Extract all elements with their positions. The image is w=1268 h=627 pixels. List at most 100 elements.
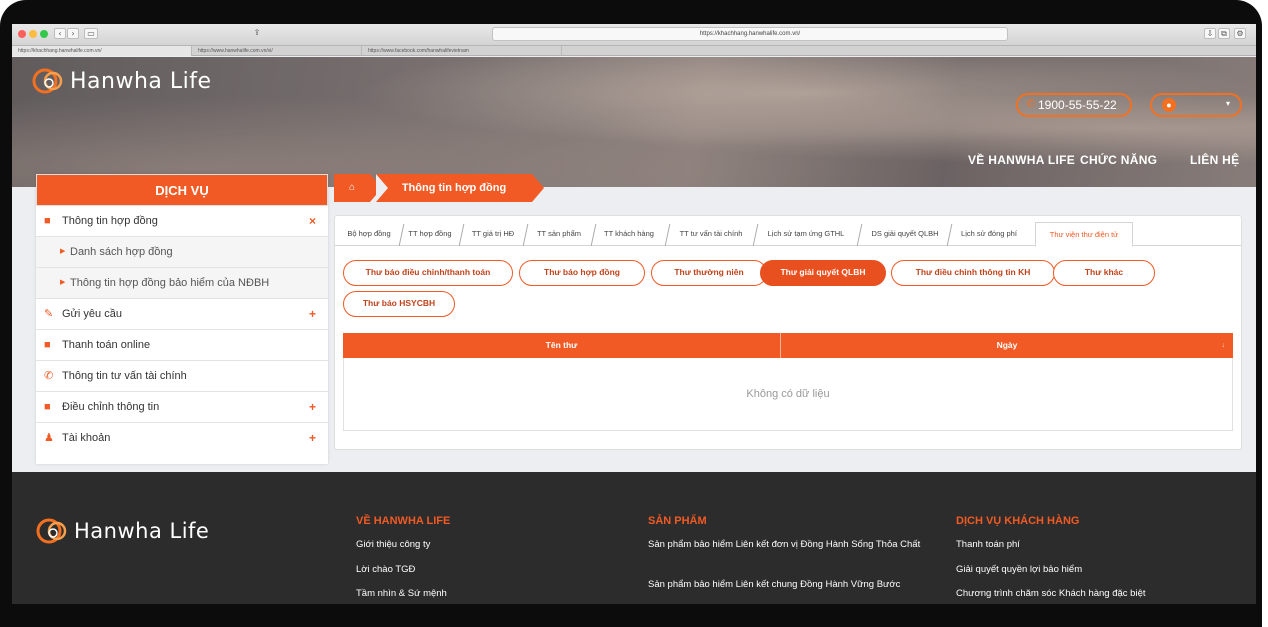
close-window-icon[interactable] xyxy=(18,30,26,38)
caret-right-icon: ▶ xyxy=(60,248,66,255)
hotline-button[interactable]: ✆ 1900-55-55-22 xyxy=(1016,93,1132,117)
tab-email-library[interactable]: Thư viện thư điện tử xyxy=(1035,222,1133,247)
user-icon: ● xyxy=(1162,98,1176,112)
footer-link[interactable]: Tầm nhìn & Sứ mệnh xyxy=(356,586,447,601)
sidebar-item-label: Điều chỉnh thông tin xyxy=(62,401,160,413)
user-menu-button[interactable]: ● ▾ xyxy=(1150,93,1242,117)
browser-toolbar: ‹ › ▭ ⇪ https://khachhang.hanwhalife.com… xyxy=(12,24,1256,46)
sidebar-item-contract-info[interactable]: ■ Thông tin hợp đồng × xyxy=(36,206,328,237)
letter-type-annual[interactable]: Thư thường niên xyxy=(651,260,767,286)
footer-link[interactable]: Giải quyết quyền lợi bảo hiểm xyxy=(956,562,1082,577)
sort-icon[interactable]: ↓ xyxy=(1222,333,1226,358)
breadcrumb-home[interactable]: ⌂ xyxy=(334,174,382,202)
sidebar-toggle-icon[interactable]: ▭ xyxy=(84,28,98,39)
sidebar-item-label: Thông tin tư vấn tài chính xyxy=(62,370,187,382)
header-banner: Hanwha Life ✆ 1900-55-55-22 ● ▾ VỀ HANWH… xyxy=(12,57,1256,187)
sidebar-item-label: Thông tin hợp đồng bảo hiểm của NĐBH xyxy=(70,277,270,289)
letter-type-customer-update[interactable]: Thư điều chỉnh thông tin KH xyxy=(891,260,1055,286)
header-logo[interactable]: Hanwha Life xyxy=(30,66,212,96)
tab-contract-info[interactable]: TT hợp đồng xyxy=(403,222,457,246)
letter-type-application[interactable]: Thư báo HSYCBH xyxy=(343,291,455,317)
phone-icon: ✆ xyxy=(1026,98,1036,110)
sidebar: DỊCH VỤ ■ Thông tin hợp đồng × ▶ Danh sá… xyxy=(36,174,328,464)
table-header: Tên thư Ngày ↓ xyxy=(343,333,1233,358)
screen: ‹ › ▭ ⇪ https://khachhang.hanwhalife.com… xyxy=(12,24,1256,604)
tabs-overview-icon[interactable]: ⧉ xyxy=(1218,28,1230,39)
footer-col-title-about: VỀ HANWHA LIFE xyxy=(356,515,451,527)
sidebar-subitem-insured-contract[interactable]: ▶ Thông tin hợp đồng bảo hiểm của NĐBH xyxy=(36,268,328,299)
collapse-icon[interactable]: × xyxy=(309,206,316,236)
tab-contract-set[interactable]: Bộ hợp đồng xyxy=(339,222,399,246)
device-frame: ‹ › ▭ ⇪ https://khachhang.hanwhalife.com… xyxy=(0,0,1268,627)
sidebar-item-account[interactable]: ♟ Tài khoản + xyxy=(36,423,328,454)
browser-tab-strip: https://khachhang.hanwhalife.com.vn/ htt… xyxy=(12,46,1256,56)
user-icon: ♟ xyxy=(44,432,54,444)
tab-product-info[interactable]: TT sản phẩm xyxy=(529,222,589,246)
footer-logo[interactable]: Hanwha Life xyxy=(34,516,209,546)
expand-icon[interactable]: + xyxy=(309,299,316,329)
home-icon: ⌂ xyxy=(348,182,356,193)
sidebar-title: DỊCH VỤ xyxy=(36,174,328,206)
expand-icon[interactable]: + xyxy=(309,392,316,422)
back-icon[interactable]: ‹ xyxy=(54,28,66,39)
briefcase-icon: ■ xyxy=(44,215,51,227)
browser-tab[interactable]: https://www.facebook.com/hanwhalifevietn… xyxy=(362,46,562,56)
hanwha-logo-icon xyxy=(36,518,67,544)
forward-icon[interactable]: › xyxy=(67,28,79,39)
nav-about[interactable]: VỀ HANWHA LIFE xyxy=(968,153,1075,167)
share-icon[interactable]: ⇪ xyxy=(250,28,264,39)
sidebar-item-financial-advice[interactable]: ✆ Thông tin tư vấn tài chính xyxy=(36,361,328,392)
sidebar-subitem-contract-list[interactable]: ▶ Danh sách hợp đồng xyxy=(36,237,328,268)
sidebar-item-online-payment[interactable]: ■ Thanh toán online xyxy=(36,330,328,361)
footer-link[interactable]: Sản phẩm bảo hiểm Liên kết chung Đồng Hà… xyxy=(648,577,948,592)
tab-financial-advice[interactable]: TT tư vấn tài chính xyxy=(671,222,751,246)
column-letter-name[interactable]: Tên thư xyxy=(343,333,780,358)
tab-customer-info[interactable]: TT khách hàng xyxy=(597,222,661,246)
phone-icon: ✆ xyxy=(44,370,54,382)
settings-icon[interactable]: ⚙ xyxy=(1234,28,1246,39)
sidebar-item-label: Thanh toán online xyxy=(62,339,151,351)
footer-col-title-products: SẢN PHẨM xyxy=(648,515,707,527)
tab-claims-list[interactable]: DS giải quyết QLBH xyxy=(865,222,945,246)
address-bar[interactable]: https://khachhang.hanwhalife.com.vn/ xyxy=(492,27,1008,41)
letter-type-other[interactable]: Thư khác xyxy=(1053,260,1155,286)
briefcase-icon: ■ xyxy=(44,339,51,351)
letter-type-contract[interactable]: Thư báo hợp đồng xyxy=(519,260,645,286)
footer-brand-name: Hanwha Life xyxy=(74,519,210,543)
chevron-down-icon: ▾ xyxy=(1225,99,1230,108)
column-date[interactable]: Ngày xyxy=(781,333,1233,358)
laptop-bezel: ‹ › ▭ ⇪ https://khachhang.hanwhalife.com… xyxy=(0,0,1262,627)
contract-tabs: Bộ hợp đồng TT hợp đồng TT giá trị HĐ TT… xyxy=(335,222,1241,247)
sidebar-item-label: Danh sách hợp đồng xyxy=(70,246,173,258)
tab-payment-history[interactable]: Lịch sử đóng phí xyxy=(953,222,1025,246)
footer: Hanwha Life VỀ HANWHA LIFE Giới thiệu cô… xyxy=(12,472,1256,604)
footer-link[interactable]: Lời chào TGĐ xyxy=(356,562,415,577)
sidebar-item-label: Gửi yêu cầu xyxy=(62,308,122,320)
hotline-number: 1900-55-55-22 xyxy=(1038,98,1117,112)
expand-icon[interactable]: + xyxy=(309,423,316,453)
tab-loan-history[interactable]: Lịch sử tạm ứng GTHL xyxy=(759,222,853,246)
caret-right-icon: ▶ xyxy=(60,279,66,286)
tab-contract-value[interactable]: TT giá trị HĐ xyxy=(465,222,521,246)
footer-link[interactable]: Sản phẩm bảo hiểm Liên kết đơn vị Đồng H… xyxy=(648,537,938,552)
hanwha-logo-icon xyxy=(32,68,63,94)
maximize-window-icon[interactable] xyxy=(40,30,48,38)
breadcrumb-current: Thông tin hợp đồng xyxy=(376,174,544,202)
briefcase-icon: ■ xyxy=(44,401,51,413)
letter-type-adjustment-payment[interactable]: Thư báo điều chỉnh/thanh toán xyxy=(343,260,513,286)
brand-name: Hanwha Life xyxy=(70,68,212,94)
nav-contact[interactable]: LIÊN HỆ xyxy=(1190,153,1239,167)
sidebar-item-update-info[interactable]: ■ Điều chỉnh thông tin + xyxy=(36,392,328,423)
sidebar-item-label: Thông tin hợp đồng xyxy=(62,215,158,227)
sidebar-item-send-request[interactable]: ✎ Gửi yêu cầu + xyxy=(36,299,328,330)
nav-functions[interactable]: CHỨC NĂNG xyxy=(1080,153,1157,167)
footer-link[interactable]: Thanh toán phí xyxy=(956,537,1020,552)
table-empty-state: Không có dữ liệu xyxy=(343,358,1233,431)
footer-link[interactable]: Giới thiệu công ty xyxy=(356,537,430,552)
letter-type-claims[interactable]: Thư giải quyết QLBH xyxy=(760,260,886,286)
browser-tab[interactable]: https://www.hanwhalife.com.vn/vi/ xyxy=(192,46,362,56)
footer-link[interactable]: Chương trình chăm sóc Khách hàng đặc biệ… xyxy=(956,586,1146,601)
download-icon[interactable]: ⇩ xyxy=(1204,28,1216,39)
browser-tab[interactable]: https://khachhang.hanwhalife.com.vn/ xyxy=(12,46,192,56)
minimize-window-icon[interactable] xyxy=(29,30,37,38)
